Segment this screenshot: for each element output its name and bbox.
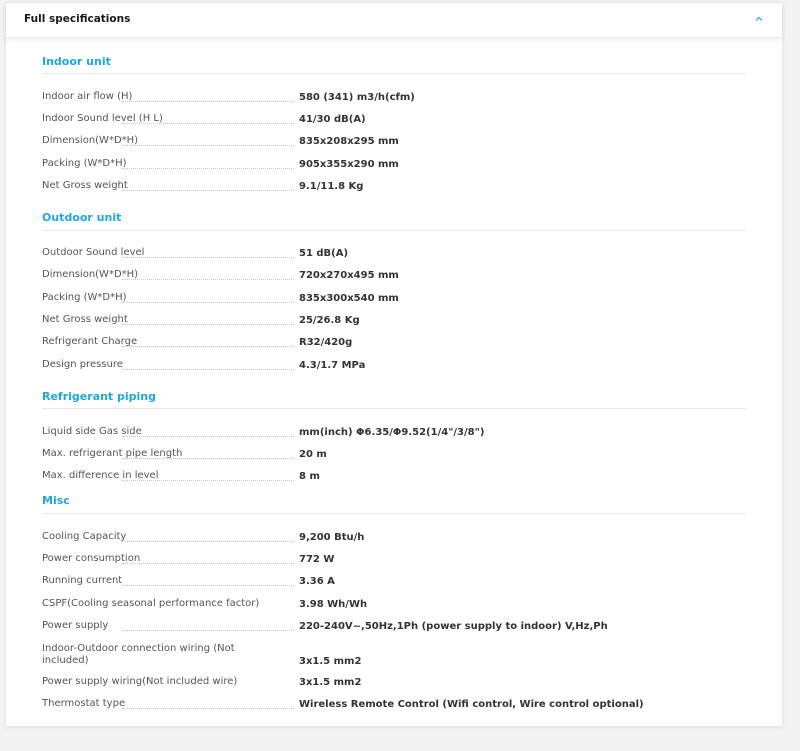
spec-value: 20 m (299, 449, 327, 460)
section-title-indoor-unit: Indoor unit (42, 55, 111, 68)
dotted-leader (122, 541, 294, 542)
spec-value: 772 W (299, 554, 335, 565)
section-title-refrigerant-piping: Refrigerant piping (42, 390, 157, 403)
dotted-leader (122, 436, 294, 437)
spec-value: 220-240V~,50Hz,1Ph (power supply to indo… (299, 621, 608, 632)
section-title-misc: Misc (42, 494, 70, 507)
dotted-leader (122, 257, 294, 258)
dotted-leader (122, 480, 294, 481)
spec-label: Power supply wiring(Not included wire) (42, 676, 238, 687)
section-title-outdoor-unit: Outdoor unit (42, 211, 122, 224)
spec-value: 3.36 A (299, 576, 335, 587)
dotted-leader (122, 630, 294, 631)
panel-title: Full specifications (24, 13, 131, 25)
dotted-leader (122, 123, 294, 124)
spec-value: mm(inch) Φ6.35/Φ9.52(1/4"/3/8") (299, 427, 485, 438)
divider (42, 73, 746, 74)
accordion-header[interactable]: Full specifications (6, 3, 782, 38)
spec-value: 8 m (299, 471, 320, 482)
spec-value: 41/30 dB(A) (299, 114, 366, 125)
spec-value: 835x300x540 mm (299, 293, 399, 304)
spec-value: 835x208x295 mm (299, 136, 399, 147)
specifications-panel: Full specifications Indoor unit Indoor a… (5, 2, 783, 727)
spec-value: 3x1.5 mm2 (299, 656, 362, 667)
dotted-leader (122, 101, 294, 102)
spec-value: 580 (341) m3/h(cfm) (299, 92, 415, 103)
dotted-leader (122, 708, 294, 709)
spec-value: 3.98 Wh/Wh (299, 599, 368, 610)
spec-value: 9.1/11.8 Kg (299, 181, 364, 192)
dotted-leader (122, 369, 294, 370)
dotted-leader (122, 302, 294, 303)
spec-label: Indoor-Outdoor connection wiring (Not in… (42, 643, 235, 666)
spec-value: 3x1.5 mm2 (299, 677, 362, 688)
divider (42, 408, 746, 409)
spec-value: 4.3/1.7 MPa (299, 360, 366, 371)
dotted-leader (122, 563, 294, 564)
spec-value: 720x270x495 mm (299, 270, 399, 281)
chevron-up-icon[interactable] (754, 14, 764, 24)
spec-value: 51 dB(A) (299, 248, 349, 259)
dotted-leader (122, 585, 294, 586)
dotted-leader (122, 145, 294, 146)
dotted-leader (122, 168, 294, 169)
divider (42, 230, 746, 231)
divider (42, 513, 746, 514)
dotted-leader (122, 458, 294, 459)
dotted-leader (122, 190, 294, 191)
dotted-leader (122, 324, 294, 325)
spec-value: 25/26.8 Kg (299, 315, 360, 326)
dotted-leader (122, 279, 294, 280)
spec-value: R32/420g (299, 337, 353, 348)
spec-value: Wireless Remote Control (Wifi control, W… (299, 699, 644, 710)
spec-label: CSPF(Cooling seasonal performance factor… (42, 598, 260, 609)
spec-value: 905x355x290 mm (299, 159, 399, 170)
spec-value: 9,200 Btu/h (299, 532, 365, 543)
dotted-leader (122, 346, 294, 347)
